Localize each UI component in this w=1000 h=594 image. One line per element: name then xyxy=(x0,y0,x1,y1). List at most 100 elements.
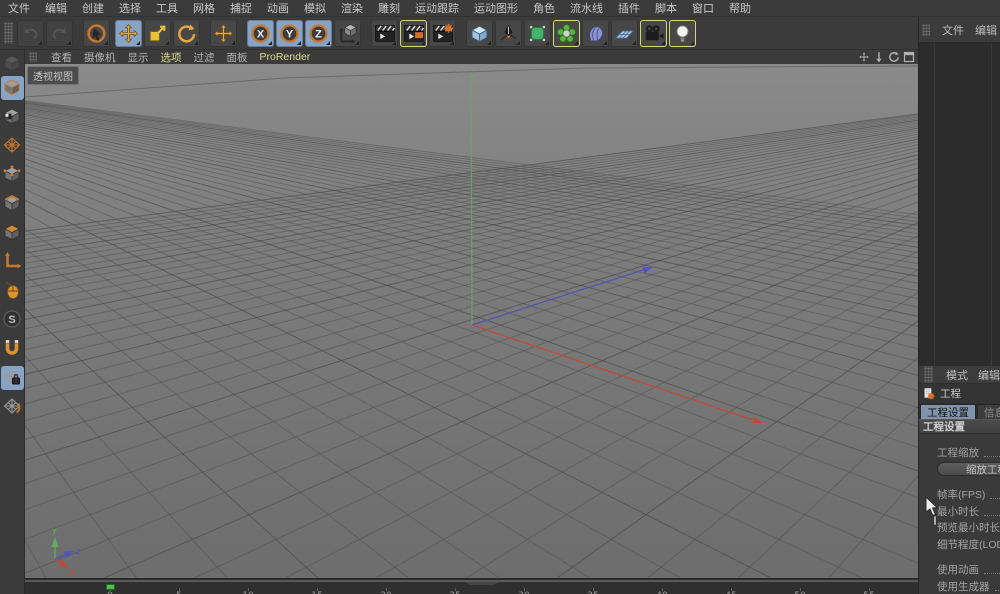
menu-item-plugins[interactable]: 插件 xyxy=(618,0,640,16)
viewport-ctl-dolly[interactable] xyxy=(873,51,885,63)
tool-add-camera[interactable] xyxy=(640,20,667,47)
viewport-menu-view[interactable]: 查看 xyxy=(51,50,72,65)
cube-texture-icon xyxy=(2,106,23,127)
tool-axis-y[interactable]: Y xyxy=(276,20,303,47)
menu-item-select[interactable]: 选择 xyxy=(119,0,141,16)
attribute-manager-grip[interactable] xyxy=(924,366,933,384)
svg-text:Z: Z xyxy=(76,547,81,556)
tool-axis-z[interactable]: Z xyxy=(305,20,332,47)
tool-redo[interactable] xyxy=(46,20,73,47)
main-toolbar: X Y Z xyxy=(0,17,1000,50)
menu-item-animate[interactable]: 动画 xyxy=(267,0,289,16)
tool-add-floor[interactable] xyxy=(611,20,638,47)
viewport-menu-cameras[interactable]: 摄像机 xyxy=(84,50,116,65)
menu-item-pipeline[interactable]: 流水线 xyxy=(570,0,603,16)
object-manager-grip[interactable] xyxy=(922,24,930,36)
mode-edges-mode[interactable] xyxy=(1,192,24,216)
menu-item-character[interactable]: 角色 xyxy=(533,0,555,16)
viewport-menu-options[interactable]: 选项 xyxy=(161,50,182,65)
dotted-leader xyxy=(984,449,1000,457)
mode-tweak-mode[interactable] xyxy=(1,279,24,303)
object-manager-list[interactable] xyxy=(919,43,1000,366)
ctl-max-icon xyxy=(903,51,915,63)
tool-add-subdivision[interactable] xyxy=(524,20,551,47)
mode-polygons-mode[interactable] xyxy=(1,221,24,245)
tool-scale[interactable] xyxy=(144,20,171,47)
tool-undo[interactable] xyxy=(17,20,44,47)
tool-render-picture-viewer[interactable] xyxy=(400,20,427,47)
viewport-grid: Y Z X xyxy=(25,64,918,580)
menu-item-file[interactable]: 文件 xyxy=(8,0,30,16)
menu-item-tools[interactable]: 工具 xyxy=(156,0,178,16)
clapper-icon xyxy=(374,23,395,44)
timeline-preview-handle[interactable] xyxy=(465,582,499,585)
mode-rotate-workplane[interactable] xyxy=(1,395,24,419)
undo-icon xyxy=(20,23,41,44)
mode-magnet-tool[interactable] xyxy=(1,337,24,361)
om-menu-edit[interactable]: 编辑 xyxy=(975,22,997,38)
tool-add-light[interactable] xyxy=(669,20,696,47)
menu-item-script[interactable]: 脚本 xyxy=(655,0,677,16)
mode-enable-snap[interactable]: S xyxy=(1,308,24,332)
viewport-menu-grip[interactable] xyxy=(29,52,37,62)
menu-item-create[interactable]: 创建 xyxy=(82,0,104,16)
mode-workplane-mode[interactable] xyxy=(1,134,24,158)
tool-axis-x[interactable]: X xyxy=(247,20,274,47)
mode-enable-axis[interactable] xyxy=(1,250,24,274)
cube-blue-icon xyxy=(469,23,490,44)
menu-item-mograph[interactable]: 运动图形 xyxy=(474,0,518,16)
mode-lock-workplane[interactable] xyxy=(1,366,24,390)
toolbar-grip[interactable] xyxy=(4,22,13,44)
viewport-menu-display[interactable]: 显示 xyxy=(128,50,149,65)
tool-last-tool[interactable] xyxy=(210,20,237,47)
subdiv-icon xyxy=(527,23,548,44)
viewport-menu-panel[interactable]: 面板 xyxy=(227,50,248,65)
menu-item-help[interactable]: 帮助 xyxy=(729,0,751,16)
menu-item-motion-tracker[interactable]: 运动跟踪 xyxy=(415,0,459,16)
mode-model-mode[interactable] xyxy=(1,76,24,100)
attr-row-fps: 帧率(FPS) xyxy=(919,486,1000,503)
menu-item-snap[interactable]: 捕捉 xyxy=(230,0,252,16)
tool-coordinate-system[interactable] xyxy=(334,20,361,47)
attribute-rows: 工程缩放 缩放工程 帧率(FPS) 最小时长 预览最小时 xyxy=(919,434,1000,594)
mode-make-editable[interactable] xyxy=(1,53,24,71)
menu-item-edit[interactable]: 编辑 xyxy=(45,0,67,16)
clapper-pv-icon xyxy=(403,23,424,44)
tool-move[interactable] xyxy=(115,20,142,47)
menu-item-window[interactable]: 窗口 xyxy=(692,0,714,16)
menu-item-mesh[interactable]: 网格 xyxy=(193,0,215,16)
plane-grid-icon xyxy=(2,135,23,156)
tool-add-cube[interactable] xyxy=(466,20,493,47)
pen-icon xyxy=(498,23,519,44)
viewport-ctl-orbit[interactable] xyxy=(888,51,900,63)
tool-render-view[interactable] xyxy=(371,20,398,47)
tool-add-deformer[interactable] xyxy=(582,20,609,47)
mode-points-mode[interactable] xyxy=(1,163,24,187)
tab-project-settings[interactable]: 工程设置 xyxy=(920,404,976,419)
tool-rotate[interactable] xyxy=(173,20,200,47)
viewport-menu-prorender[interactable]: ProRender xyxy=(260,51,311,63)
tool-add-spline[interactable] xyxy=(495,20,522,47)
viewport-ctl-pan[interactable] xyxy=(858,51,870,63)
tool-add-mograph[interactable] xyxy=(553,20,580,47)
om-menu-file[interactable]: 文件 xyxy=(942,22,964,38)
tab-info[interactable]: 信息 xyxy=(977,404,1000,419)
menu-item-simulate[interactable]: 模拟 xyxy=(304,0,326,16)
am-menu-mode[interactable]: 模式 xyxy=(946,367,968,383)
am-menu-edit[interactable]: 编辑 xyxy=(978,367,1000,383)
scale-project-button[interactable]: 缩放工程 xyxy=(937,462,1000,476)
ctl-pan-icon xyxy=(858,51,870,63)
viewport-canvas[interactable]: 透视视图 Y Z X xyxy=(25,64,918,580)
menu-item-sculpt[interactable]: 雕刻 xyxy=(378,0,400,16)
svg-text:Z: Z xyxy=(315,28,322,40)
tool-render-settings[interactable] xyxy=(429,20,456,47)
attribute-object-label: 工程 xyxy=(940,386,961,401)
mode-texture-mode[interactable] xyxy=(1,105,24,129)
snap-s-icon: S xyxy=(2,309,23,330)
viewport-ctl-maximize[interactable] xyxy=(903,51,915,63)
tool-live-selection[interactable] xyxy=(83,20,110,47)
menu-item-render[interactable]: 渲染 xyxy=(341,0,363,16)
svg-text:X: X xyxy=(257,28,265,40)
viewport-menu-filter[interactable]: 过滤 xyxy=(194,50,215,65)
timeline-ruler[interactable]: 0510152025303540455055 xyxy=(25,580,918,594)
